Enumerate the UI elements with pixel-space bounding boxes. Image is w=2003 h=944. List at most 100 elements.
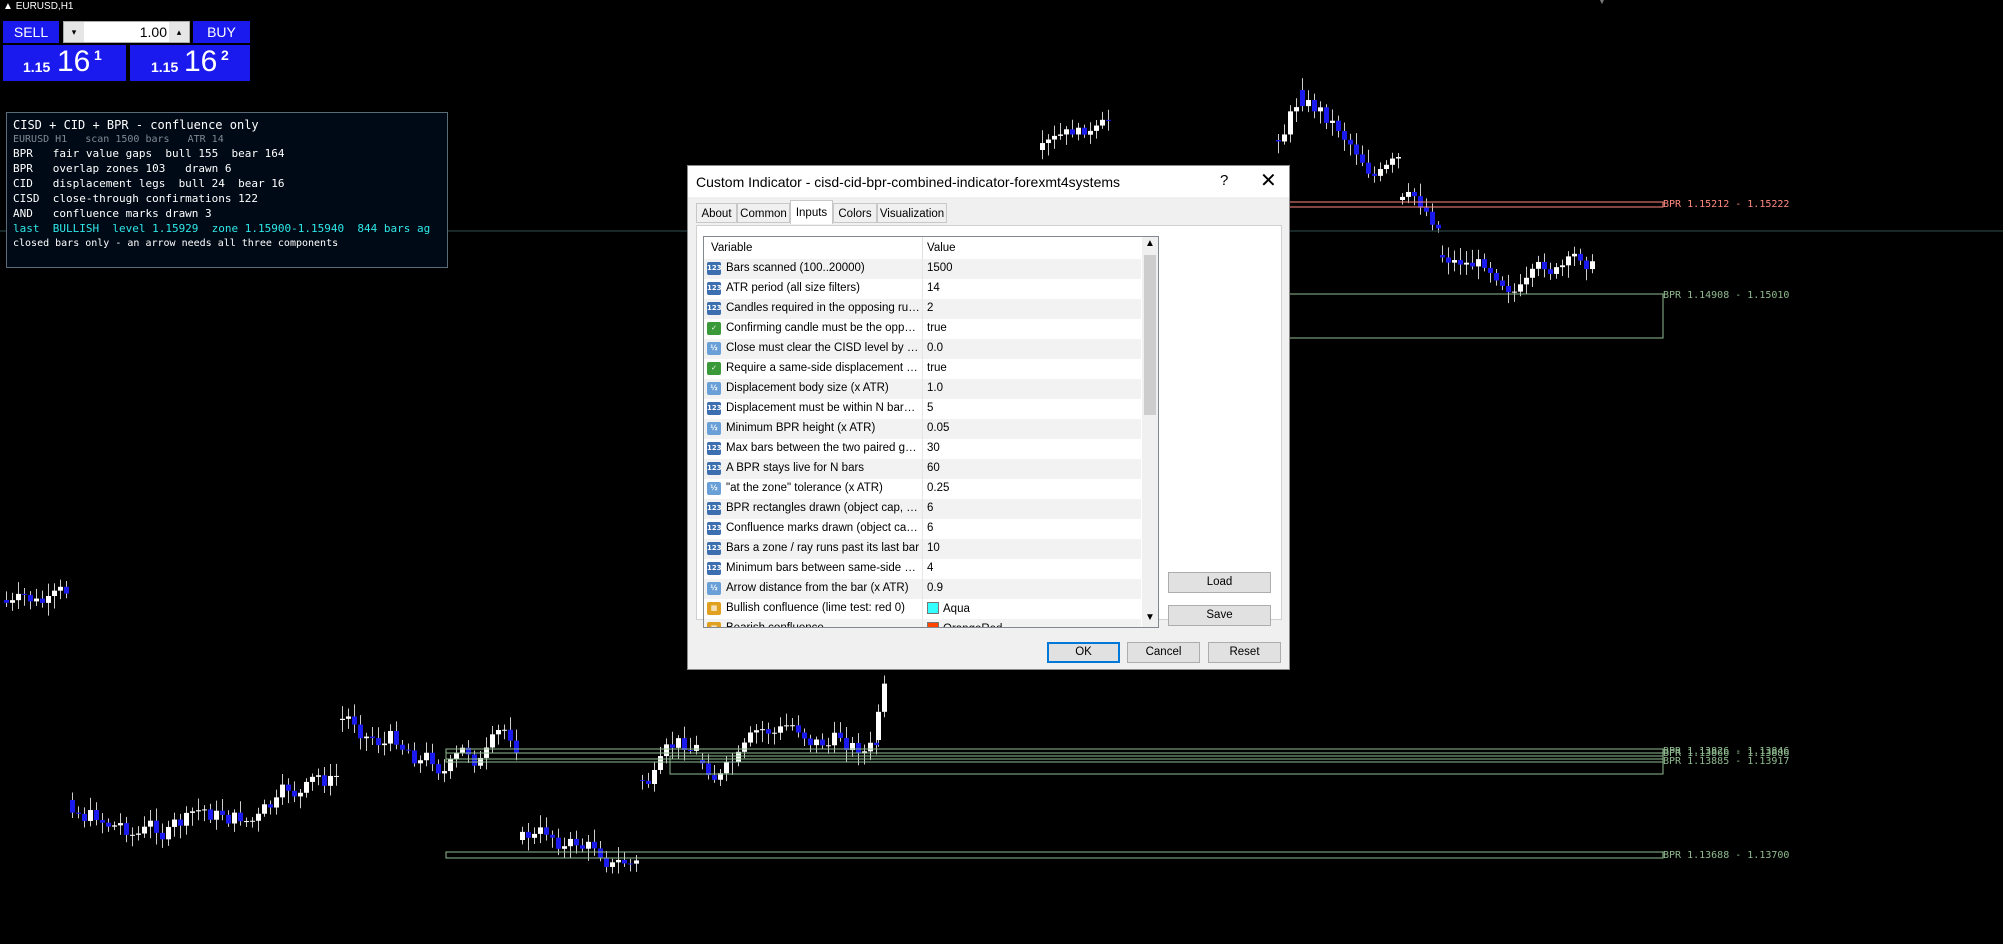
color-swatch[interactable] [927,622,939,627]
dialog-titlebar[interactable]: Custom Indicator - cisd-cid-bpr-combined… [688,166,1289,197]
close-icon[interactable]: ✕ [1260,168,1277,193]
bear-candle [1348,139,1353,145]
input-row[interactable]: ½ "at the zone" tolerance (x ATR) 0.25 [704,479,1141,499]
tab-common[interactable]: Common [737,203,790,223]
input-name: ATR period (all size filters) [726,282,860,294]
collapse-icon[interactable]: ▲ [3,1,13,12]
tab-colors[interactable]: Colors [833,203,877,223]
bear-candle [1548,269,1553,274]
bull-candle [34,598,39,602]
grid-scrollbar[interactable]: ▲ ▼ [1142,237,1158,627]
input-value[interactable]: 0.05 [927,422,949,434]
bull-candle [382,743,387,746]
input-value-text: true [927,362,947,374]
bull-candle [1590,261,1595,270]
bear-candle [76,812,81,814]
color-swatch[interactable] [927,602,939,614]
bear-candle [688,750,693,752]
input-value[interactable]: 0.25 [927,482,949,494]
buy-button[interactable]: BUY [193,21,250,43]
clr-type-icon: ▦ [707,602,721,615]
input-value[interactable]: 4 [927,562,933,574]
bull-candle [244,821,249,823]
input-row[interactable]: 123 Bars scanned (100..20000) 1500 [704,259,1141,279]
bull-candle [172,819,177,827]
input-row[interactable]: ▦ Bearish confluence OrangeRed [704,619,1141,627]
input-row[interactable]: 123 Displacement must be within N bars of… [704,399,1141,419]
sell-button[interactable]: SELL [3,21,59,43]
scroll-up-icon[interactable]: ▲ [1145,238,1155,249]
input-row[interactable]: ½ Displacement body size (x ATR) 1.0 [704,379,1141,399]
input-row[interactable]: 123 Minimum bars between same-side arrows… [704,559,1141,579]
bear-candle [268,804,273,808]
bear-candle [640,780,645,781]
input-value[interactable]: 2 [927,302,933,314]
input-row[interactable]: 123 BPR rectangles drawn (object cap, 1..… [704,499,1141,519]
input-value-text: 14 [927,282,940,294]
bear-candle [1106,119,1111,121]
reset-button[interactable]: Reset [1208,642,1281,663]
input-value[interactable]: true [927,362,947,374]
bool-type-icon: ✓ [707,322,721,335]
help-icon[interactable]: ? [1220,172,1228,189]
lot-increase-button[interactable]: ▴ [169,22,189,42]
input-name: Bullish confluence (lime test: red 0) [726,602,905,614]
input-value[interactable]: 30 [927,442,940,454]
input-value[interactable]: OrangeRed [927,622,1002,627]
bpr-label: BPR 1.13885 - 1.13917 [1663,756,1789,767]
ok-button[interactable]: OK [1047,642,1120,663]
input-value[interactable]: 6 [927,502,933,514]
input-row[interactable]: 123 ATR period (all size filters) 14 [704,279,1141,299]
bpr-zone-2 [445,748,1664,760]
input-row[interactable]: 123 Bars a zone / ray runs past its last … [704,539,1141,559]
load-button[interactable]: Load [1168,572,1271,593]
input-row[interactable]: 123 A BPR stays live for N bars 60 [704,459,1141,479]
input-name: Displacement body size (x ATR) [726,382,889,394]
input-value[interactable]: 60 [927,462,940,474]
input-row[interactable]: ½ Arrow distance from the bar (x ATR) 0.9 [704,579,1141,599]
bear-candle [1482,259,1487,268]
input-value[interactable]: 10 [927,542,940,554]
lot-size-value[interactable]: 1.00 [86,22,167,42]
column-value[interactable]: Value [927,242,956,254]
input-row[interactable]: 123 Confluence marks drawn (object cap, .… [704,519,1141,539]
lot-size-field[interactable]: ▾ 1.00 ▴ [63,21,190,43]
lot-decrease-button[interactable]: ▾ [64,22,84,42]
save-button[interactable]: Save [1168,605,1271,626]
input-value[interactable]: 1500 [927,262,953,274]
input-row[interactable]: ½ Minimum BPR height (x ATR) 0.05 [704,419,1141,439]
tab-about[interactable]: About [696,203,737,223]
input-value[interactable]: 5 [927,402,933,414]
bull-candle [388,731,393,744]
input-value[interactable]: 6 [927,522,933,534]
ask-price[interactable]: 1.15 16 2 [130,45,250,81]
bid-price[interactable]: 1.15 16 1 [3,45,126,81]
column-variable[interactable]: Variable [711,242,752,254]
input-row[interactable]: ▦ Bullish confluence (lime test: red 0) Aq… [704,599,1141,619]
bear-candle [604,857,609,867]
scroll-thumb[interactable] [1144,255,1156,415]
bear-candle [376,738,381,746]
cancel-button[interactable]: Cancel [1127,642,1200,663]
input-value[interactable]: Aqua [927,602,970,615]
input-value[interactable]: true [927,322,947,334]
bid-price-pips: 16 [57,45,91,78]
input-value[interactable]: 0.9 [927,582,943,594]
bear-candle [322,775,327,786]
tab-inputs[interactable]: Inputs [790,200,833,224]
bull-candle [778,726,783,733]
input-row[interactable]: 123 Max bars between the two paired gaps 3… [704,439,1141,459]
input-value[interactable]: 1.0 [927,382,943,394]
input-value-text: 1.0 [927,382,943,394]
input-row[interactable]: ½ Close must clear the CISD level by N p.… [704,339,1141,359]
tab-visualization[interactable]: Visualization [877,203,947,223]
scroll-down-icon[interactable]: ▼ [1145,612,1155,623]
bear-candle [796,725,801,733]
bear-candle [1412,191,1417,197]
input-row[interactable]: ✓ Confirming candle must be the opposit..… [704,319,1141,339]
int-type-icon: 123 [707,562,722,575]
input-row[interactable]: 123 Candles required in the opposing run … [704,299,1141,319]
input-value[interactable]: 14 [927,282,940,294]
input-value[interactable]: 0.0 [927,342,943,354]
input-row[interactable]: ✓ Require a same-side displacement leg tru… [704,359,1141,379]
